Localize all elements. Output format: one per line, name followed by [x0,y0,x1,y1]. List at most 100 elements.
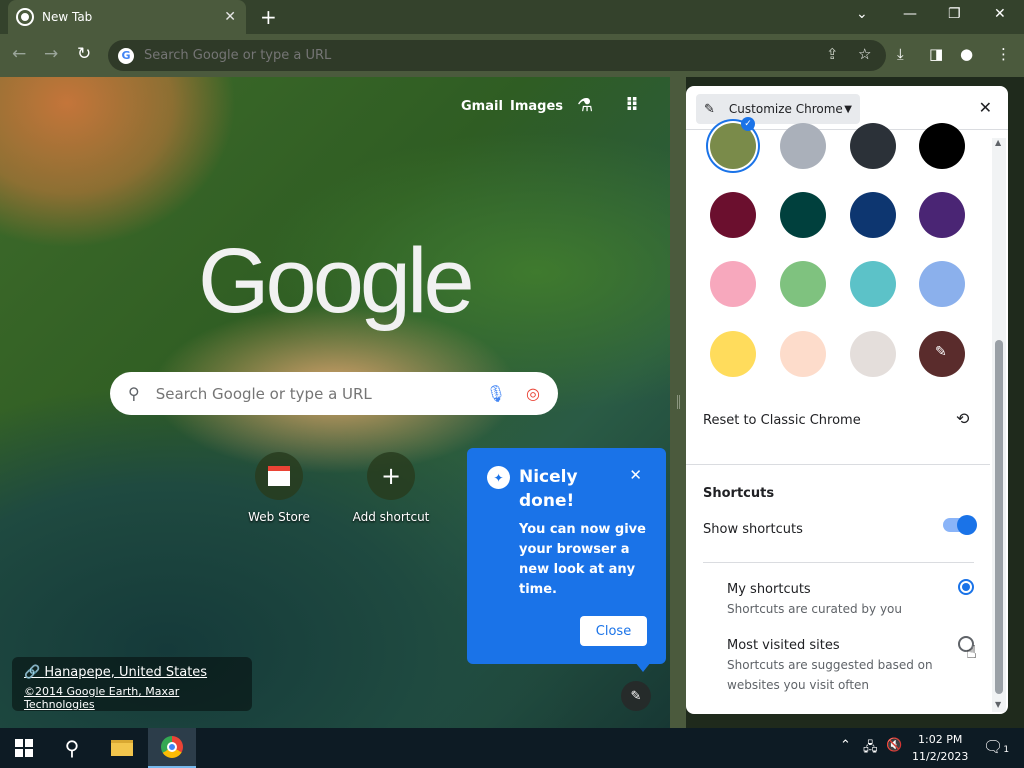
restore-button[interactable]: ❐ [948,6,961,22]
download-icon[interactable]: ⤓ [897,45,904,63]
resize-grip-icon[interactable] [677,395,680,409]
show-hidden-icons-chevron-icon[interactable]: ⌃ [840,738,851,753]
profile-icon[interactable]: ● [960,45,973,63]
google-logo: Google [198,230,475,332]
background-attribution: 🔗 Hanapepe, United States ©2014 Google E… [12,657,252,711]
show-shortcuts-toggle[interactable] [943,515,977,535]
callout-body: You can now give your browser a new look… [519,522,646,597]
most-visited-description: Shortcuts are suggested based on website… [727,658,933,692]
chrome-taskbar-icon[interactable] [148,728,196,768]
panel-selector-label: Customize Chrome [728,102,843,116]
shortcut-web-store[interactable]: Web Store [224,452,334,524]
labs-flask-icon[interactable]: ⚗ [577,95,593,116]
toggle-knob [957,515,977,535]
most-visited-label: Most visited sites [727,638,840,653]
color-swatch[interactable] [710,331,756,377]
color-swatch[interactable] [850,261,896,307]
close-panel-icon[interactable]: ✕ [979,98,992,117]
scroll-up-arrow-icon[interactable]: ▲ [995,138,1001,147]
shortcut-label: Web Store [248,510,310,524]
my-shortcuts-description: Shortcuts are curated by you [727,602,902,616]
mouse-cursor-icon: ☝ [966,642,977,663]
scroll-down-arrow-icon[interactable]: ▼ [995,700,1001,709]
title-bar: New Tab ✕ + ⌄ — ❐ ✕ [0,0,1024,34]
network-icon[interactable]: 🖧 [863,738,878,760]
tab-label: New Tab [42,10,93,24]
ntp-search-input[interactable] [155,384,486,403]
tab-search-chevron-icon[interactable]: ⌄ [856,6,868,22]
scroll-thumb[interactable] [995,340,1003,694]
clock-time: 1:02 PM [918,733,963,746]
color-swatch[interactable]: ✓ [710,117,756,169]
apps-grid-icon[interactable]: ⠿ [625,95,639,116]
new-tab-button[interactable]: + [260,6,277,28]
color-swatch[interactable] [919,123,965,169]
color-swatch[interactable] [780,331,826,377]
color-swatch[interactable] [710,261,756,307]
panel-selector-dropdown[interactable]: ✎ Customize Chrome ▼ [696,94,860,124]
color-swatch[interactable] [850,331,896,377]
shortcut-label: Add shortcut [352,510,430,524]
color-swatch[interactable] [919,261,965,307]
minimize-button[interactable]: — [903,6,917,22]
shortcut-add[interactable]: + Add shortcut [336,452,446,524]
color-swatch[interactable] [780,192,826,238]
reset-icon[interactable]: ⟲ [956,409,969,428]
file-explorer-icon[interactable] [98,728,146,768]
ntp-search-box[interactable]: ⚲ 🎙 ◎ [110,372,558,415]
omnibox-input[interactable] [144,48,804,63]
windows-taskbar: ⚲ ⌃ 🖧 🔇 1:02 PM 11/2/2023 🗨1 [0,728,1024,768]
tab-new-tab[interactable]: New Tab ✕ [8,0,246,34]
shortcuts-heading: Shortcuts [703,486,775,501]
taskbar-search-icon[interactable]: ⚲ [48,728,96,768]
system-clock[interactable]: 1:02 PM 11/2/2023 [912,731,968,765]
windows-start-icon[interactable] [0,728,48,768]
color-swatch[interactable] [919,192,965,238]
callout-close-button[interactable]: Close [580,616,647,646]
google-g-icon: G [118,47,134,64]
color-swatch[interactable] [850,123,896,169]
color-swatch[interactable] [710,192,756,238]
close-tab-icon[interactable]: ✕ [224,9,236,25]
omnibox[interactable]: G [108,40,886,71]
chrome-icon [18,10,32,24]
images-link[interactable]: Images [510,99,563,114]
my-shortcuts-label: My shortcuts [727,582,811,597]
options-divider [703,562,974,563]
back-button[interactable]: ← [12,44,26,64]
new-tab-page: Gmail Images ⚗ ⠿ Google ⚲ 🎙 ◎ Web Store … [0,77,670,728]
bookmark-star-icon[interactable]: ☆ [858,45,871,63]
google-lens-icon[interactable]: ◎ [526,384,540,403]
volume-muted-icon[interactable]: 🔇 [886,738,902,753]
color-swatch[interactable] [780,123,826,169]
customize-pencil-icon[interactable]: ✎ [621,681,651,711]
forward-button[interactable]: → [44,44,58,64]
party-popper-icon: ✦ [487,466,510,489]
menu-kebab-icon[interactable]: ⋮ [996,45,1011,63]
browser-toolbar: ← → ↻ G ⇪ ☆ ⤓ ◨ ● ⋮ [0,34,1024,77]
reset-classic-chrome-label[interactable]: Reset to Classic Chrome [703,413,861,428]
attribution-copyright-link[interactable]: ©2014 Google Earth, Maxar Technologies [24,685,240,711]
close-window-button[interactable]: ✕ [994,6,1006,22]
pencil-icon: ✎ [704,101,715,117]
gmail-link[interactable]: Gmail [461,99,503,114]
dropdown-arrow-icon: ▼ [844,103,852,115]
eyedropper-icon: ✎ [935,344,947,360]
close-icon[interactable]: ✕ [629,466,642,484]
panel-scrollbar[interactable]: ▲ ▼ [992,138,1006,712]
checkmark-icon: ✓ [741,117,755,131]
notifications-icon[interactable]: 🗨1 [983,737,1009,756]
share-icon[interactable]: ⇪ [826,45,839,63]
side-panel-icon[interactable]: ◨ [929,45,943,63]
web-store-icon [255,452,303,500]
reload-button[interactable]: ↻ [77,44,91,64]
plus-icon: + [367,452,415,500]
section-divider [686,464,990,465]
color-swatch[interactable] [780,261,826,307]
attribution-location-link[interactable]: 🔗 Hanapepe, United States [24,665,240,680]
color-swatch[interactable] [850,192,896,238]
voice-search-mic-icon[interactable]: 🎙 [486,384,506,403]
my-shortcuts-radio[interactable] [958,579,974,595]
search-icon: ⚲ [128,384,140,403]
color-swatch[interactable]: ✎ [919,331,965,377]
